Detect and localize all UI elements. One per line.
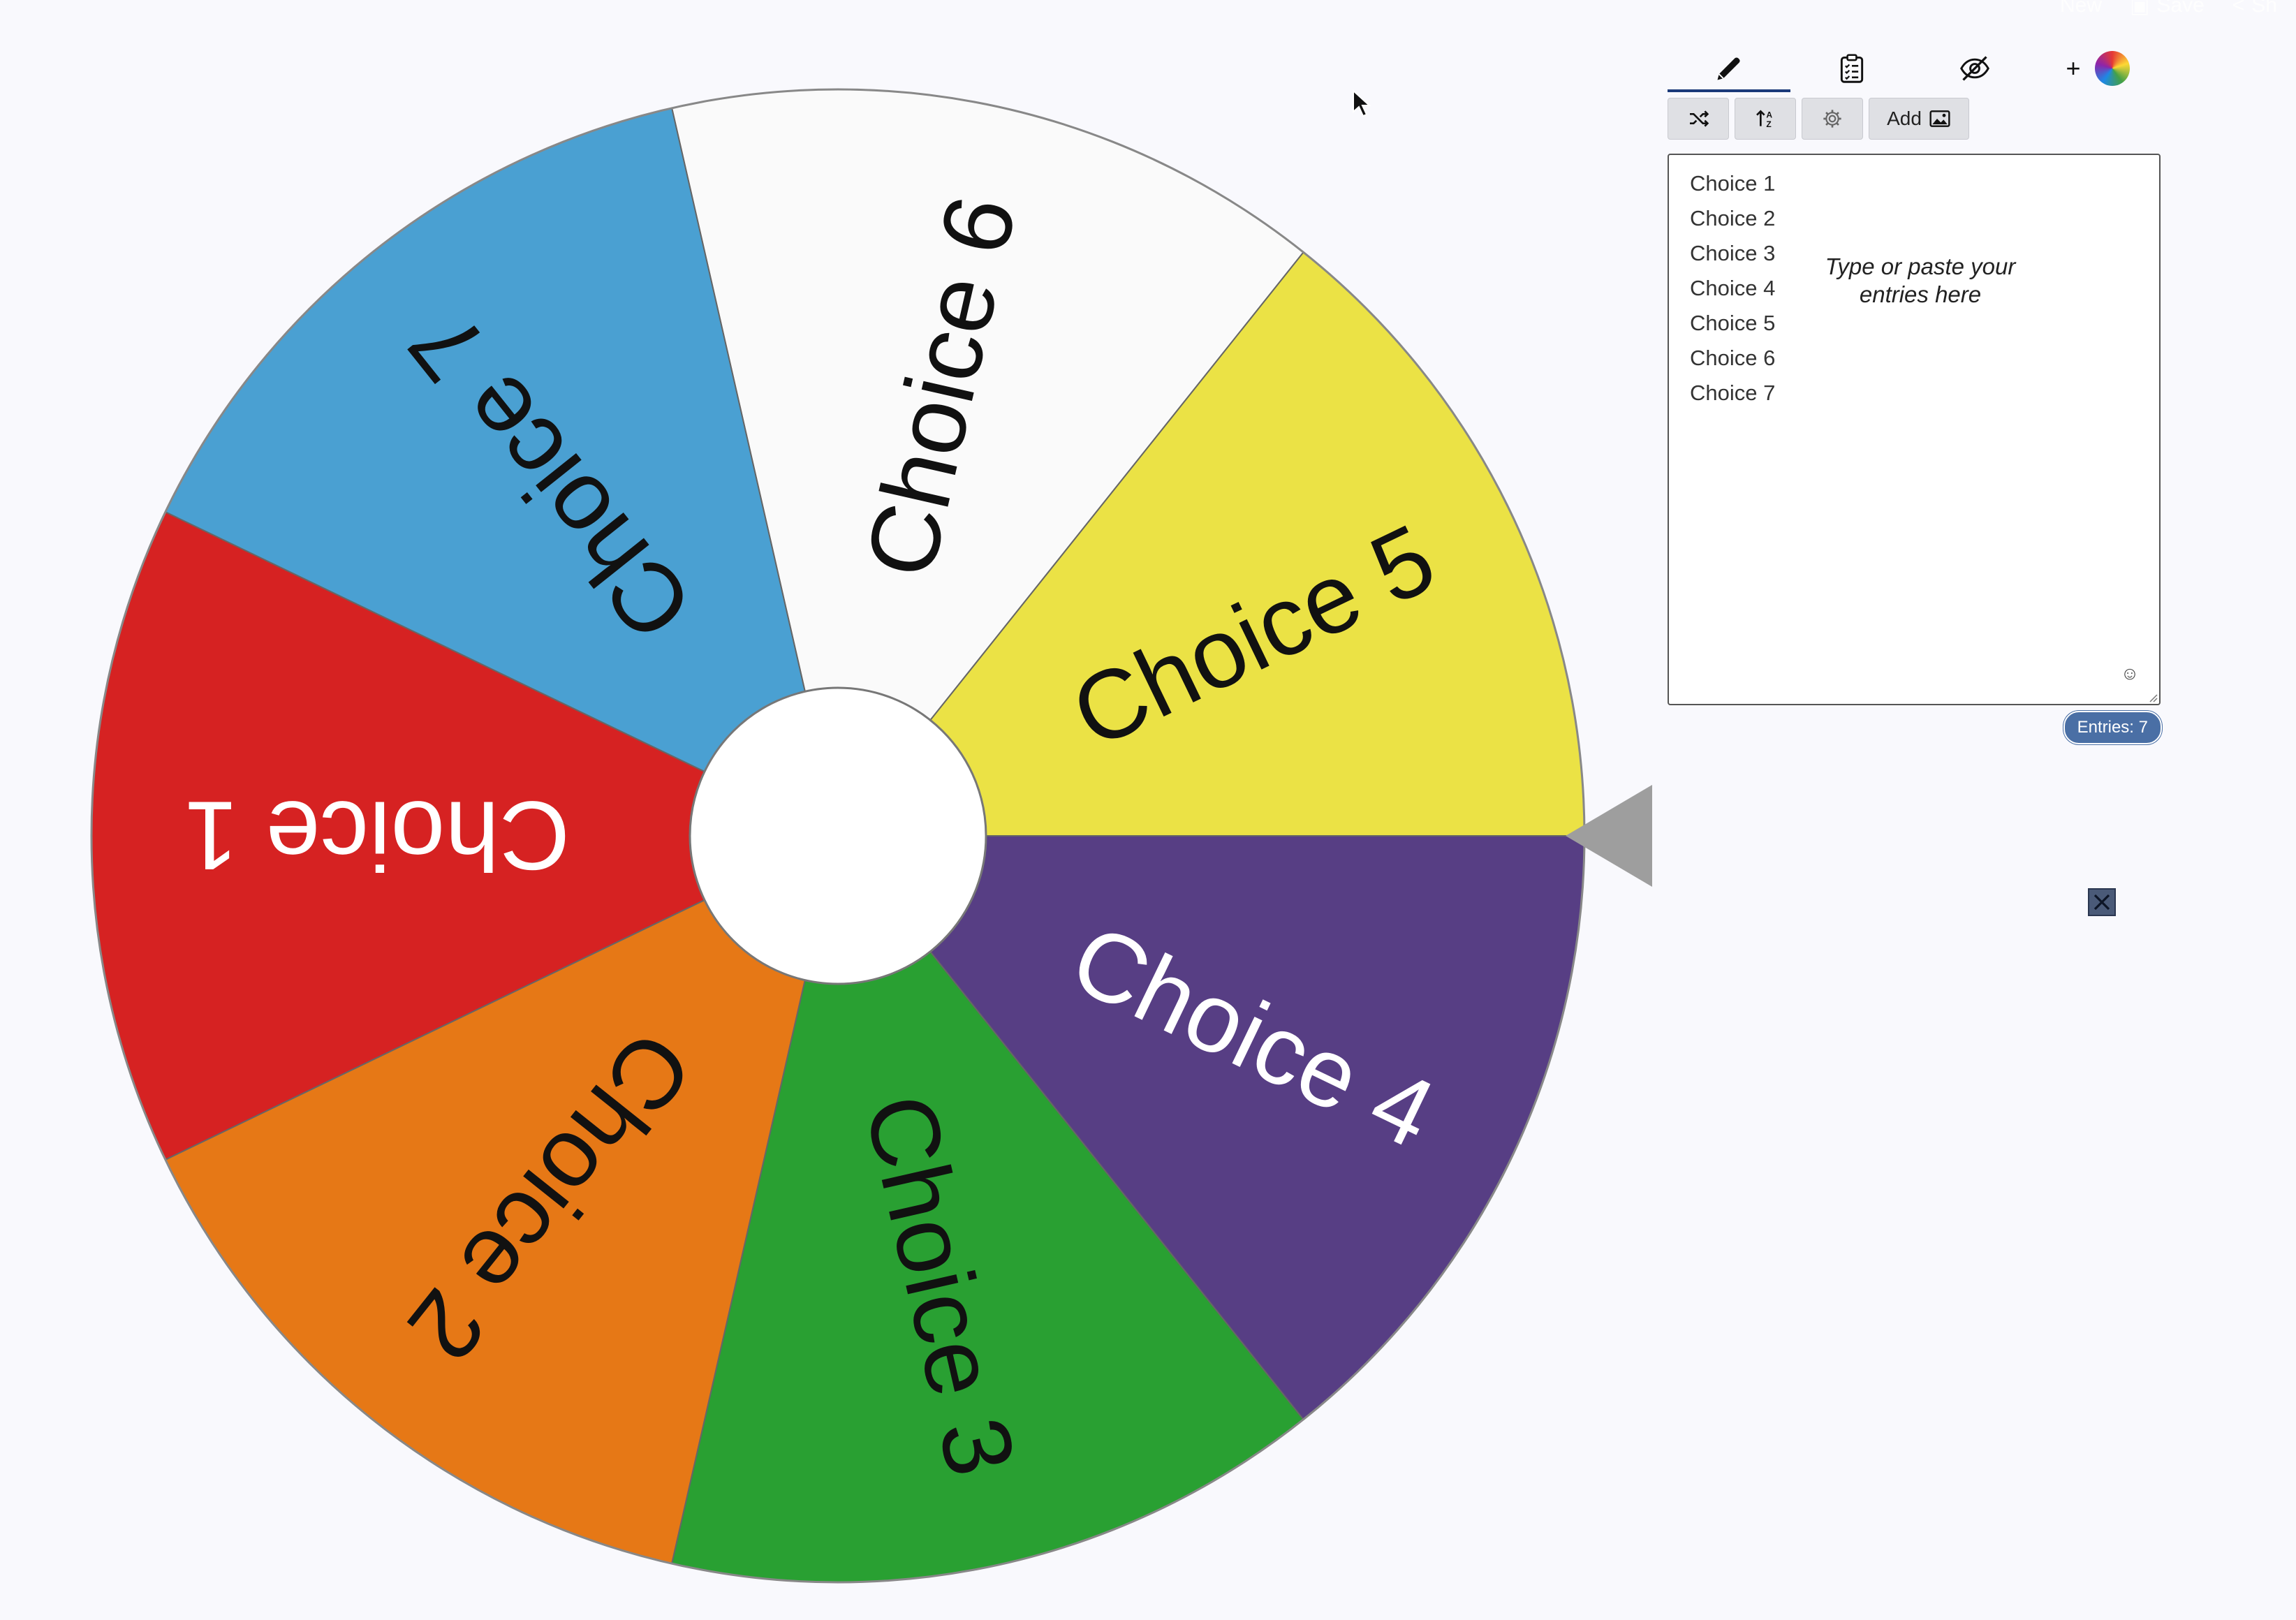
entries-toolbar: A Z Add <box>1668 98 2162 140</box>
shuffle-button[interactable] <box>1668 98 1729 140</box>
shuffle-icon <box>1690 110 1709 127</box>
new-label: New <box>2060 0 2103 17</box>
sort-icon: A Z <box>1756 110 1772 129</box>
clipboard-list-icon <box>1840 54 1864 83</box>
wheel-center-hub <box>689 686 987 985</box>
new-button[interactable]: New <box>2060 0 2102 17</box>
entry-list: Choice 1 Choice 2 Choice 3 Choice 4 Choice 5… <box>1690 166 1775 411</box>
close-button[interactable] <box>2088 888 2116 916</box>
color-wheel-icon[interactable] <box>2094 51 2130 86</box>
entries-count-row: Entries: 7 <box>1668 711 2162 744</box>
wheel-app: New ▣ Save < Sh Choice 1 Choice 2 Choice 3… <box>0 0 2296 1620</box>
panel-tabs: + <box>1668 39 2162 92</box>
save-icon: ▣ <box>2130 0 2150 17</box>
top-toolbar: New ▣ Save < Sh <box>2060 0 2296 18</box>
share-button[interactable]: < Sh <box>2232 0 2277 17</box>
eye-slash-icon <box>1960 56 1989 81</box>
pencil-icon <box>1717 57 1740 80</box>
resize-grip-icon[interactable] <box>2145 690 2158 702</box>
entries-placeholder: Type or paste your entries here <box>1825 253 2016 307</box>
save-button[interactable]: ▣ Save <box>2130 0 2205 18</box>
emoji-icon[interactable]: ☺ <box>2120 663 2140 683</box>
spin-wheel[interactable]: Choice 1Choice 2 Choice 3Choice 4Choice 5… <box>0 0 1648 1620</box>
share-label: Sh <box>2251 0 2277 17</box>
wheel-pointer-icon <box>1566 785 1652 887</box>
settings-button[interactable] <box>1802 98 1863 140</box>
add-wheel-button[interactable]: + <box>2036 45 2159 92</box>
entry-item[interactable]: Choice 3 <box>1690 236 1775 271</box>
tab-entries[interactable] <box>1668 45 1790 92</box>
plus-label: + <box>2066 54 2081 82</box>
tab-hide[interactable] <box>1913 45 2036 92</box>
tab-results[interactable] <box>1790 45 1913 92</box>
sort-button[interactable]: A Z <box>1735 98 1796 140</box>
gear-icon <box>1823 110 1841 128</box>
svg-text:A: A <box>1766 110 1772 120</box>
entry-item[interactable]: Choice 6 <box>1690 341 1775 376</box>
svg-text:Z: Z <box>1766 119 1771 129</box>
add-image-label: Add <box>1887 108 1922 129</box>
share-icon: < <box>2232 0 2245 17</box>
entry-item[interactable]: Choice 1 <box>1690 166 1775 201</box>
close-icon <box>2093 894 2110 911</box>
add-image-button[interactable]: Add <box>1869 98 1969 140</box>
entry-item[interactable]: Choice 2 <box>1690 201 1775 236</box>
entries-panel: + A Z Add Choice 1 Choice 2 Choice 3 Cho… <box>1668 39 2162 744</box>
entries-textarea[interactable]: Choice 1 Choice 2 Choice 3 Choice 4 Choice 5… <box>1668 154 2161 705</box>
save-label: Save <box>2156 0 2205 17</box>
entry-item[interactable]: Choice 7 <box>1690 376 1775 411</box>
entries-count-badge: Entries: 7 <box>2063 711 2162 744</box>
entry-item[interactable]: Choice 5 <box>1690 306 1775 341</box>
entry-item[interactable]: Choice 4 <box>1690 271 1775 306</box>
image-icon <box>1929 110 1950 127</box>
mouse-cursor-icon <box>1353 89 1371 117</box>
wheel-segment-label: Choice 1 <box>184 781 571 891</box>
